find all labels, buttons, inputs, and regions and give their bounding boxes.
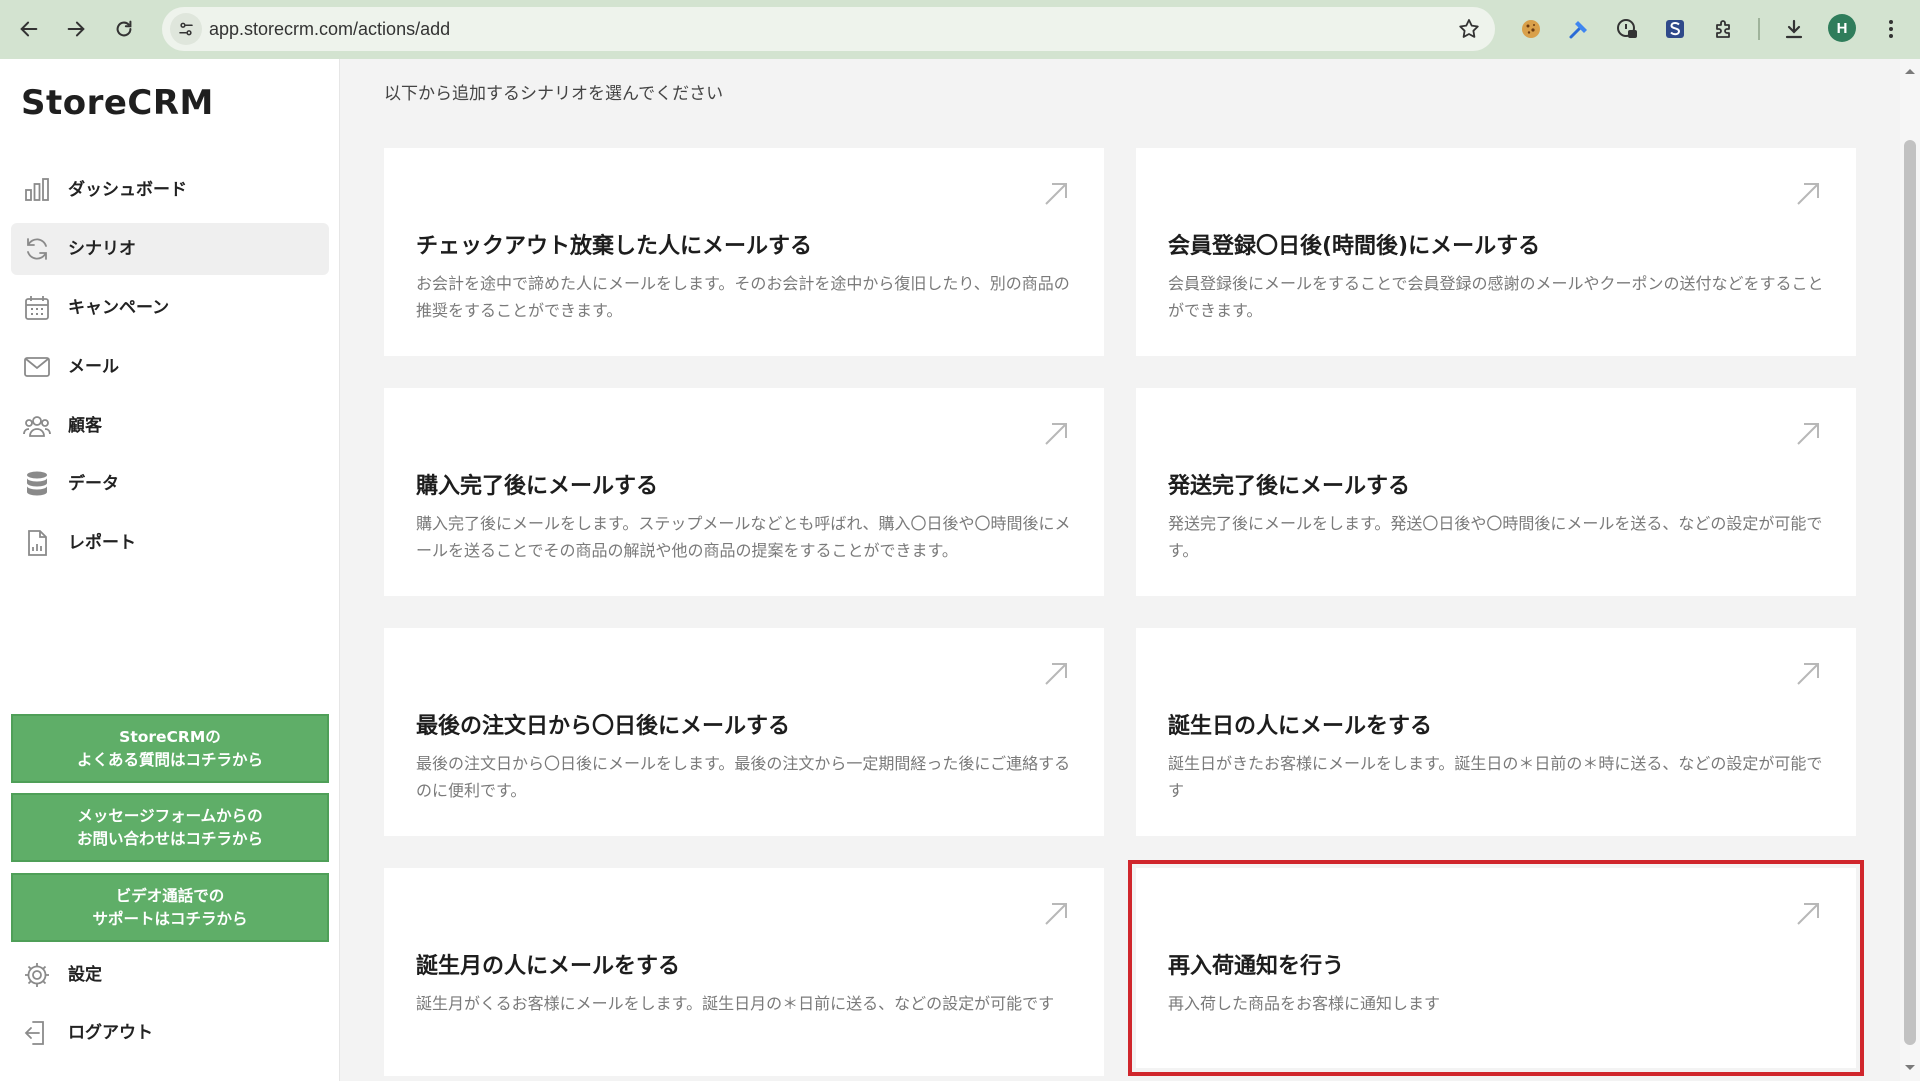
arrow-up-right-icon	[1042, 180, 1070, 208]
users-icon	[23, 412, 51, 440]
sidebar-item-data[interactable]: データ	[11, 458, 329, 510]
refresh-icon	[23, 235, 51, 263]
card-description: お会計を途中で諦めた人にメールをします。そのお会計を途中から復旧したり、別の商品…	[416, 274, 1070, 320]
scroll-down-arrow-icon[interactable]	[1903, 1063, 1917, 1073]
download-icon[interactable]	[1779, 14, 1809, 44]
arrow-up-right-icon	[1042, 900, 1070, 928]
scenario-card-restock-notification[interactable]: 再入荷通知を行う 再入荷した商品をお客様に通知します	[1128, 860, 1864, 1076]
arrow-left-icon	[20, 21, 38, 37]
more-vert-icon[interactable]	[1876, 14, 1906, 44]
sidebar-item-logout[interactable]: ログアウト	[11, 1007, 329, 1059]
sidebar-item-label: ログアウト	[68, 1023, 153, 1043]
back-button[interactable]	[11, 11, 47, 47]
scroll-up-arrow-icon[interactable]	[1903, 66, 1917, 76]
scenario-card-checkout-abandon[interactable]: チェックアウト放棄した人にメールする お会計を途中で諦めた人にメールをします。そ…	[384, 148, 1104, 356]
sidebar-item-label: 顧客	[68, 416, 102, 436]
page-subtitle: 以下から追加するシナリオを選んでください	[384, 84, 724, 104]
scrollbar-thumb[interactable]	[1904, 140, 1916, 1045]
profile-avatar[interactable]: H	[1828, 14, 1856, 42]
sidebar-item-label: キャンペーン	[68, 298, 170, 318]
logout-icon	[23, 1019, 51, 1047]
sidebar-item-label: データ	[68, 474, 119, 494]
card-title: 誕生月の人にメールをする	[416, 954, 681, 979]
reload-button[interactable]	[106, 11, 142, 47]
sidebar-item-label: メール	[68, 357, 119, 377]
sidebar-item-report[interactable]: レポート	[11, 517, 329, 569]
faq-line-2: よくある質問はコチラから	[76, 750, 263, 769]
gear-icon	[23, 961, 51, 989]
card-description: 誕生月がくるお客様にメールをします。誕生日月の＊日前に送る、などの設定が可能です	[416, 994, 1055, 1013]
password-manager-icon[interactable]	[1612, 14, 1642, 44]
database-icon	[23, 470, 51, 498]
contact-line-2: お問い合わせはコチラから	[76, 829, 263, 848]
contact-form-button[interactable]: メッセージフォームからの お問い合わせはコチラから	[11, 793, 329, 862]
app-logo[interactable]: StoreCRM	[21, 83, 214, 123]
sidebar-item-label: ダッシュボード	[68, 180, 187, 200]
faq-link-button[interactable]: StoreCRMのよくある質問はコチラから	[11, 714, 329, 783]
calendar-icon	[23, 294, 51, 322]
card-description: 購入完了後にメールをします。ステップメールなどとも呼ばれ、購入〇日後や〇時間後に…	[416, 514, 1071, 560]
browser-toolbar: app.storecrm.com/actions/add H	[0, 0, 1920, 59]
card-title: 発送完了後にメールする	[1168, 474, 1411, 499]
report-icon	[23, 529, 51, 557]
bar-chart-icon	[23, 176, 51, 204]
sidebar-item-settings[interactable]: 設定	[11, 949, 329, 1001]
mail-icon	[23, 353, 51, 381]
tune-icon	[179, 22, 193, 36]
video-support-button[interactable]: ビデオ通話でのサポートはコチラから	[11, 873, 329, 942]
scenario-card-last-order[interactable]: 最後の注文日から〇日後にメールする 最後の注文日から〇日後にメールをします。最後…	[384, 628, 1104, 836]
contact-line-1: メッセージフォームからの	[77, 806, 263, 825]
sidebar-item-scenario[interactable]: シナリオ	[11, 223, 329, 275]
site-info-button[interactable]	[170, 13, 202, 45]
arrow-up-right-icon	[1794, 180, 1822, 208]
card-description: 発送完了後にメールをします。発送〇日後や〇時間後にメールを送る、などの設定が可能…	[1168, 514, 1823, 560]
s-extension-icon[interactable]	[1660, 14, 1690, 44]
cookie-icon[interactable]	[1516, 14, 1546, 44]
card-description: 会員登録後にメールをすることで会員登録の感謝のメールやクーポンの送付などをするこ…	[1168, 274, 1824, 320]
main-content: 以下から追加するシナリオを選んでください チェックアウト放棄した人にメールする …	[340, 59, 1900, 1081]
scenario-card-birth-month[interactable]: 誕生月の人にメールをする 誕生月がくるお客様にメールをします。誕生日月の＊日前に…	[384, 868, 1104, 1076]
arrow-up-right-icon	[1794, 660, 1822, 688]
sidebar-item-label: レポート	[68, 533, 136, 553]
sidebar: StoreCRM ダッシュボード シナリオ キャンペーン メール 顧客 データ …	[0, 59, 340, 1081]
address-bar[interactable]: app.storecrm.com/actions/add	[162, 7, 1495, 51]
card-title: 誕生日の人にメールをする	[1168, 714, 1433, 739]
arrow-right-icon	[67, 21, 85, 37]
sidebar-item-campaign[interactable]: キャンペーン	[11, 282, 329, 334]
card-title: 購入完了後にメールする	[416, 474, 659, 499]
card-title: 会員登録〇日後(時間後)にメールする	[1168, 234, 1541, 259]
bookmark-star-icon[interactable]	[1457, 17, 1481, 41]
card-title: 再入荷通知を行う	[1168, 954, 1345, 979]
card-description: 再入荷した商品をお客様に通知します	[1168, 994, 1441, 1013]
toolbar-divider	[1758, 18, 1760, 40]
hammer-icon[interactable]	[1564, 14, 1594, 44]
arrow-up-right-icon	[1042, 660, 1070, 688]
sidebar-item-mail[interactable]: メール	[11, 341, 329, 393]
sidebar-item-label: シナリオ	[68, 239, 136, 259]
faq-line-1: StoreCRMの	[119, 727, 221, 746]
forward-button[interactable]	[58, 11, 94, 47]
card-title: 最後の注文日から〇日後にメールする	[416, 714, 791, 739]
card-title: チェックアウト放棄した人にメールする	[416, 234, 813, 259]
card-description: 最後の注文日から〇日後にメールをします。最後の注文から一定期間経った後にご連絡す…	[416, 754, 1071, 800]
scenario-card-shipping-complete[interactable]: 発送完了後にメールする 発送完了後にメールをします。発送〇日後や〇時間後にメール…	[1136, 388, 1856, 596]
arrow-up-right-icon	[1794, 420, 1822, 448]
puzzle-icon[interactable]	[1709, 14, 1739, 44]
video-line-1: ビデオ通話での	[115, 886, 225, 905]
url-text[interactable]: app.storecrm.com/actions/add	[209, 7, 450, 51]
scenario-card-birthday[interactable]: 誕生日の人にメールをする 誕生日がきたお客様にメールをします。誕生日の＊日前の＊…	[1136, 628, 1856, 836]
sidebar-item-customers[interactable]: 顧客	[11, 400, 329, 452]
scenario-card-member-registration[interactable]: 会員登録〇日後(時間後)にメールする 会員登録後にメールをすることで会員登録の感…	[1136, 148, 1856, 356]
arrow-up-right-icon	[1794, 900, 1822, 928]
card-description: 誕生日がきたお客様にメールをします。誕生日の＊日前の＊時に送る、などの設定が可能…	[1168, 754, 1823, 800]
arrow-up-right-icon	[1042, 420, 1070, 448]
sidebar-item-dashboard[interactable]: ダッシュボード	[11, 164, 329, 216]
sidebar-item-label: 設定	[68, 965, 102, 985]
scenario-card-purchase-complete[interactable]: 購入完了後にメールする 購入完了後にメールをします。ステップメールなどとも呼ばれ…	[384, 388, 1104, 596]
reload-icon	[116, 20, 132, 37]
video-line-2: サポートはコチラから	[92, 909, 248, 928]
